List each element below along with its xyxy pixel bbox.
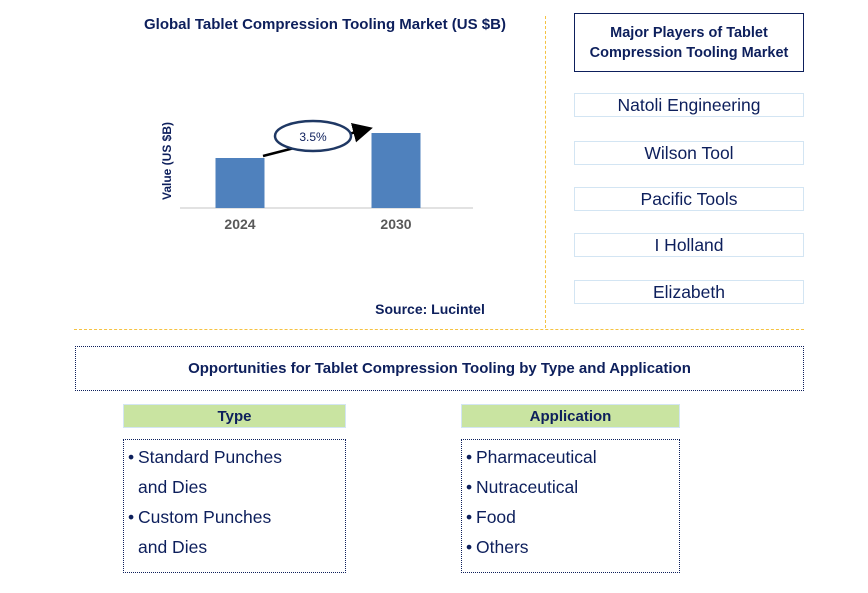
chart-title: Global Tablet Compression Tooling Market… [144, 16, 506, 33]
type-header: Type [123, 404, 346, 428]
application-item: • Others [466, 532, 675, 562]
bar-chart: Value (US $B) 2024 2030 3.5% [160, 119, 473, 232]
opportunities-title: Opportunities for Tablet Compression Too… [75, 346, 804, 391]
cagr-label: 3.5% [299, 130, 327, 144]
horizontal-divider [74, 329, 804, 330]
type-item-text: and Dies [138, 537, 208, 557]
players-title: Major Players of Tablet Compression Tool… [574, 13, 804, 72]
bullet-icon: • [466, 507, 473, 527]
type-item-text: Standard Punches [138, 447, 282, 467]
application-item: • Pharmaceutical [466, 442, 675, 472]
bullet-icon: • [466, 477, 473, 497]
type-item-text: Custom Punches [138, 507, 272, 527]
type-item-text: and Dies [138, 477, 208, 497]
player-item: Natoli Engineering [574, 93, 804, 117]
y-axis-label: Value (US $B) [160, 122, 174, 200]
player-item: Elizabeth [574, 280, 804, 304]
application-item-text: Others [476, 537, 529, 557]
bullet-icon: • [466, 447, 473, 467]
type-list: • Standard Punches and Dies • Custom Punches… [123, 439, 346, 573]
player-item: Wilson Tool [574, 141, 804, 165]
bullet-icon: • [128, 507, 135, 527]
bar-2030 [371, 133, 421, 208]
x-tick-label: 2030 [380, 216, 411, 232]
player-item: Pacific Tools [574, 187, 804, 211]
type-item: • Custom Punches and Dies [128, 502, 341, 562]
application-list: • Pharmaceutical • Nutraceutical • Food • Other… [461, 439, 680, 573]
application-item: • Nutraceutical [466, 472, 675, 502]
application-item-text: Food [476, 507, 516, 527]
application-header: Application [461, 404, 680, 428]
x-tick-label: 2024 [224, 216, 255, 232]
bullet-icon: • [466, 537, 473, 557]
application-item-text: Nutraceutical [476, 477, 579, 497]
application-item: • Food [466, 502, 675, 532]
bar-2024 [215, 158, 265, 208]
vertical-divider [545, 16, 546, 328]
bullet-icon: • [128, 447, 135, 467]
application-item-text: Pharmaceutical [476, 447, 597, 467]
source-label: Source: Lucintel [375, 301, 485, 317]
type-item: • Standard Punches and Dies [128, 442, 341, 502]
player-item: I Holland [574, 233, 804, 257]
